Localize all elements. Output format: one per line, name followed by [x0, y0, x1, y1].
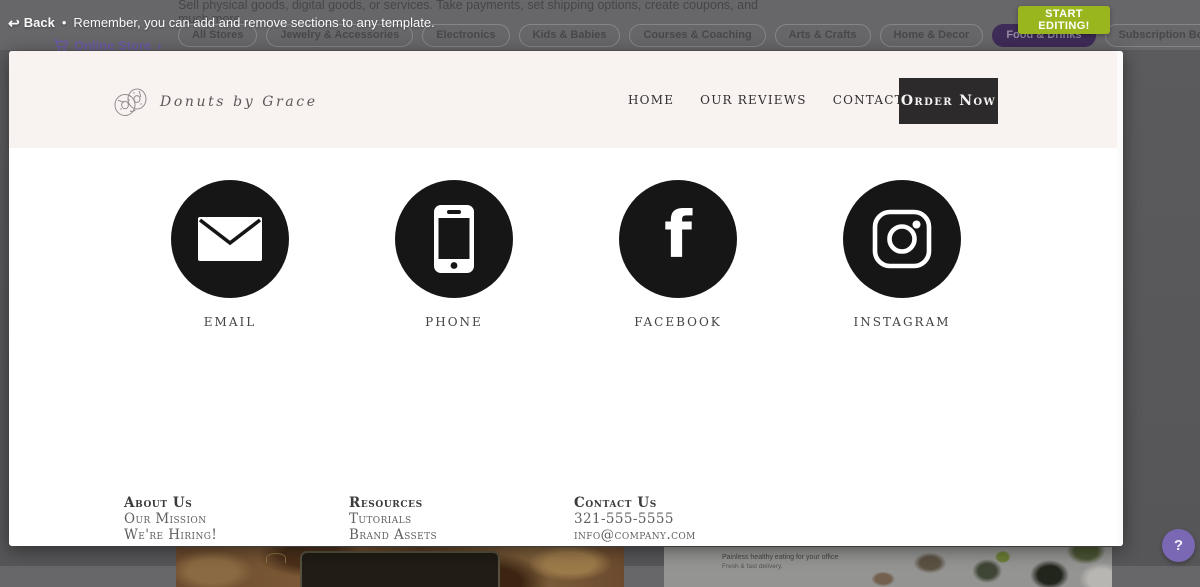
thumbnail-food-photos: [852, 547, 1112, 587]
back-label: Back: [24, 15, 55, 30]
editor-hint-bar: ↩ Back • Remember, you can add and remov…: [8, 15, 435, 30]
template-header: Donuts by Grace HOME OUR REVIEWS CONTACT…: [9, 51, 1123, 148]
contact-instagram: INSTAGRAM: [843, 180, 961, 329]
thumbnail-tagline-line1: Painless healthy eating for your office: [722, 553, 838, 562]
order-now-button[interactable]: Order Now: [899, 78, 998, 124]
bullet-separator: •: [62, 15, 67, 30]
email-icon[interactable]: [171, 180, 289, 298]
modal-scrollbar[interactable]: [1117, 51, 1123, 546]
phone-icon[interactable]: [395, 180, 513, 298]
thumbnail-tagline: Painless healthy eating for your office …: [722, 553, 838, 571]
help-button[interactable]: ?: [1162, 529, 1195, 562]
footer-link[interactable]: info@company.com: [574, 527, 696, 543]
donuts-logo-icon: [113, 87, 149, 117]
brand-logo[interactable]: Donuts by Grace: [113, 87, 318, 117]
hint-text: Remember, you can add and remove section…: [73, 15, 434, 30]
contact-label: PHONE: [425, 315, 483, 329]
footer-heading: Contact Us: [574, 495, 696, 511]
contact-label: FACEBOOK: [634, 315, 722, 329]
footer-contact-column: Contact Us 321-555-5555 info@company.com: [574, 495, 696, 543]
back-arrow-icon: ↩: [8, 17, 20, 29]
contact-email: EMAIL: [171, 180, 289, 329]
contact-label: EMAIL: [204, 315, 256, 329]
footer-heading: Resources: [349, 495, 437, 511]
category-pill-subscription[interactable]: Subscription Box: [1105, 24, 1200, 47]
thumbnail-crest-ornament: [266, 553, 286, 563]
category-pill-courses[interactable]: Courses & Coaching: [629, 24, 765, 47]
nav-our-reviews[interactable]: OUR REVIEWS: [700, 93, 807, 107]
footer-about-column: About Us Our Mission We're Hiring!: [124, 495, 217, 543]
category-pill-home-decor[interactable]: Home & Decor: [880, 24, 984, 47]
thumbnail-tagline-line2: Fresh & fast delivery.: [722, 562, 838, 571]
donut-template-thumbnail[interactable]: [176, 547, 624, 587]
food-template-thumbnail[interactable]: Painless healthy eating for your office …: [664, 547, 1112, 587]
brand-name: Donuts by Grace: [160, 94, 318, 110]
footer-link[interactable]: We're Hiring!: [124, 527, 217, 543]
facebook-f-glyph: f: [664, 204, 692, 268]
nav-home[interactable]: HOME: [628, 93, 674, 107]
footer-link[interactable]: 321-555-5555: [574, 511, 696, 527]
instagram-icon[interactable]: [843, 180, 961, 298]
footer-heading: About Us: [124, 495, 217, 511]
footer-link[interactable]: Our Mission: [124, 511, 217, 527]
contact-label: INSTAGRAM: [853, 315, 950, 329]
footer-link[interactable]: Tutorials: [349, 511, 437, 527]
thumbnail-center-panel: [300, 551, 500, 587]
category-pill-arts[interactable]: Arts & Crafts: [775, 24, 871, 47]
back-button[interactable]: ↩ Back: [8, 15, 55, 30]
category-pill-kids[interactable]: Kids & Babies: [519, 24, 621, 47]
facebook-icon[interactable]: f: [619, 180, 737, 298]
contact-phone: PHONE: [395, 180, 513, 329]
footer-link[interactable]: Brand Assets: [349, 527, 437, 543]
start-editing-button[interactable]: START EDITING!: [1018, 6, 1110, 34]
template-nav: HOME OUR REVIEWS CONTACT US: [628, 51, 930, 148]
template-preview-modal: Donuts by Grace HOME OUR REVIEWS CONTACT…: [9, 51, 1123, 546]
contact-methods-row: EMAIL PHONE f FACEBOOK: [171, 180, 961, 329]
contact-facebook: f FACEBOOK: [619, 180, 737, 329]
footer-resources-column: Resources Tutorials Brand Assets: [349, 495, 437, 543]
category-pill-electronics[interactable]: Electronics: [422, 24, 509, 47]
